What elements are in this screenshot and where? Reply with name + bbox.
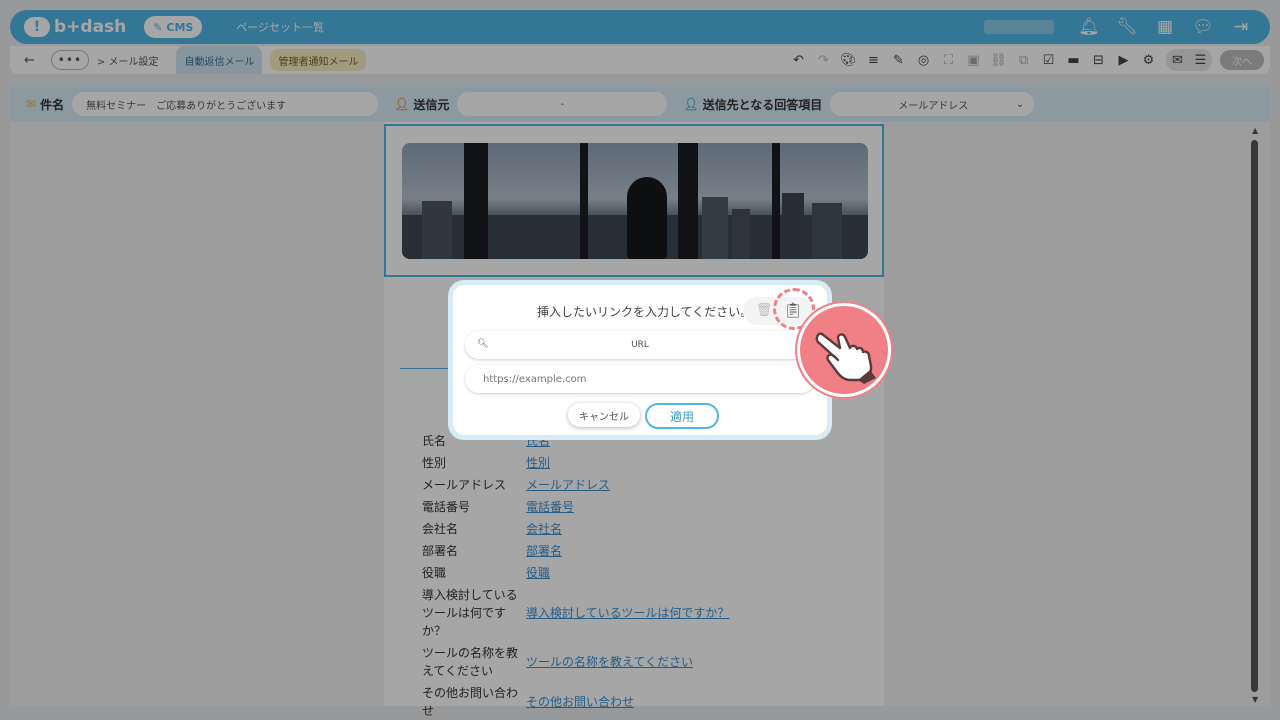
link-type-select[interactable]: 🔍︎ URL	[465, 331, 815, 359]
cancel-button[interactable]: キャンセル	[568, 403, 640, 427]
url-input[interactable]	[465, 365, 815, 393]
link-dialog: 挿入したいリンクを入力してください。 🗑︎ 📋︎ 🔍︎ URL キャンセル 適用	[448, 280, 832, 440]
pointing-hand-icon	[815, 332, 876, 384]
link-type-value: URL	[631, 340, 649, 350]
tap-indicator	[797, 303, 891, 397]
dialog-title: 挿入したいリンクを入力してください。	[537, 305, 753, 319]
trash-icon[interactable]: 🗑︎	[756, 302, 773, 318]
apply-button[interactable]: 適用	[645, 403, 719, 429]
